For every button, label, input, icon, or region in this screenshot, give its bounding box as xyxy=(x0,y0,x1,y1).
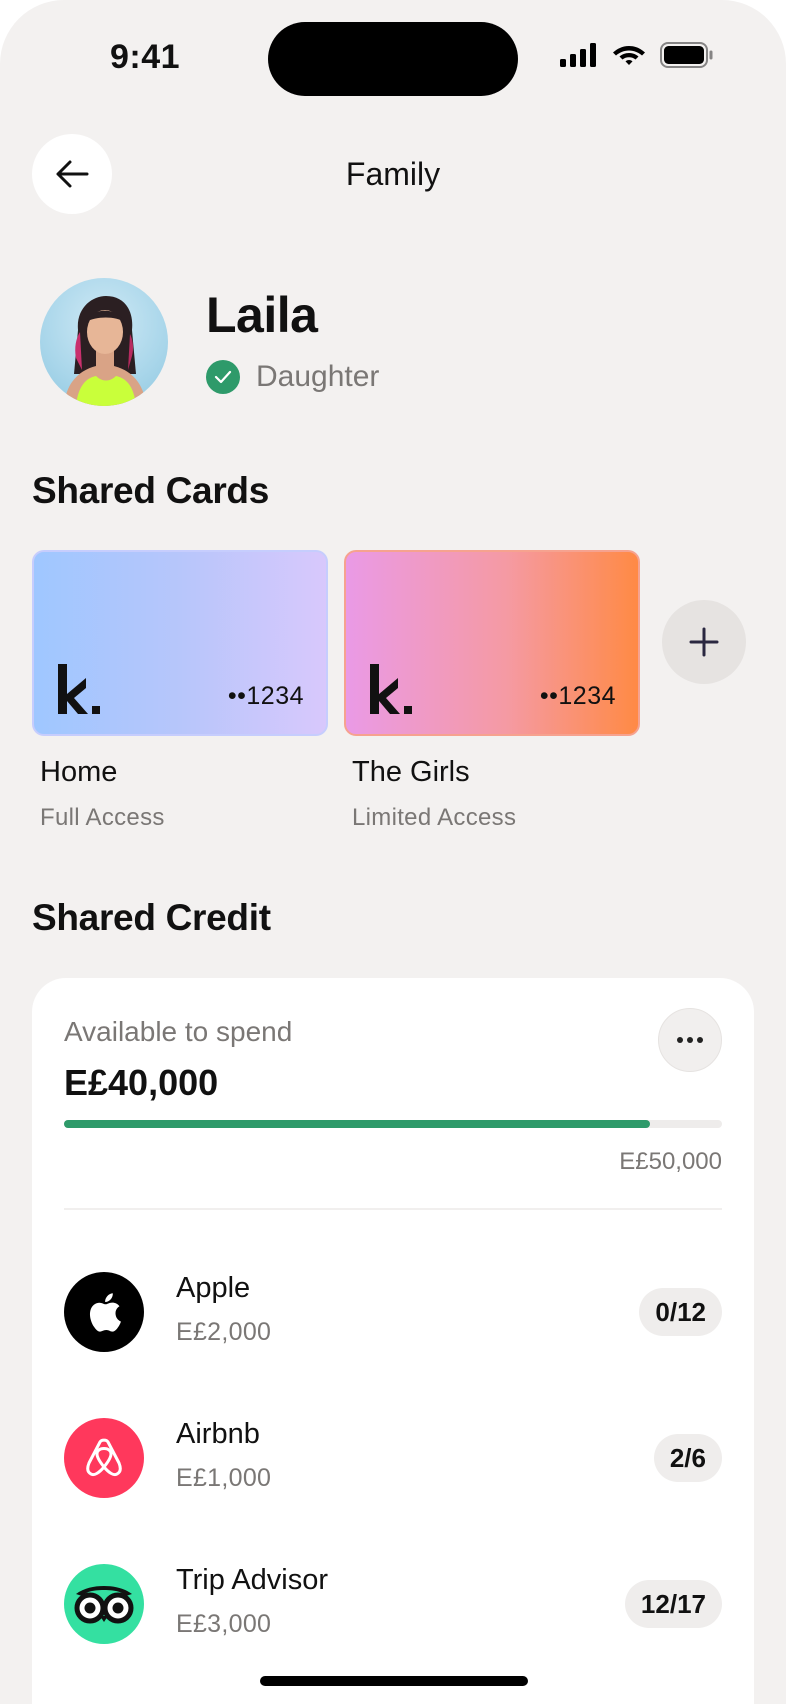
page-title: Family xyxy=(345,156,441,192)
plus-icon xyxy=(689,627,719,657)
avatar-photo xyxy=(64,296,146,406)
available-label: Available to spend xyxy=(64,1016,293,1047)
shared-credit-title: Shared Credit xyxy=(32,897,271,938)
signal-icon xyxy=(560,43,596,67)
card-the-girls[interactable]: ••1234 xyxy=(344,550,640,736)
card-number: ••1234 xyxy=(539,682,616,710)
card-home-access: Full Access xyxy=(40,804,165,831)
card-home[interactable]: ••1234 xyxy=(32,550,328,736)
merchant-amount: E£1,000 xyxy=(176,1464,272,1492)
installments-badge: 0/12 xyxy=(639,1288,722,1336)
home-indicator xyxy=(260,1676,528,1686)
tripadvisor-icon xyxy=(64,1564,144,1644)
status-time: 9:41 xyxy=(110,38,181,76)
merchant-name: Apple xyxy=(176,1272,251,1304)
installments-badge: 2/6 xyxy=(653,1434,722,1482)
k-logo-icon xyxy=(370,664,412,714)
shared-cards-title: Shared Cards xyxy=(32,470,269,511)
merchant-row-apple[interactable]: Apple E£2,000 0/12 xyxy=(64,1272,722,1352)
merchant-amount: E£2,000 xyxy=(176,1318,272,1346)
check-icon xyxy=(206,360,240,394)
merchant-amount: E£3,000 xyxy=(176,1610,272,1638)
profile-role: Daughter xyxy=(206,360,379,394)
airbnb-icon xyxy=(64,1418,144,1498)
battery-icon xyxy=(660,42,713,68)
available-amount: E£40,000 xyxy=(64,1062,219,1103)
credit-limit: E£50,000 xyxy=(619,1148,722,1175)
apple-icon xyxy=(64,1272,144,1352)
dynamic-island xyxy=(268,22,518,96)
card-the-girls-name: The Girls xyxy=(352,756,470,788)
card-the-girls-access: Limited Access xyxy=(352,804,517,831)
add-card-button[interactable] xyxy=(662,600,746,684)
avatar xyxy=(40,278,168,406)
merchant-row-airbnb[interactable]: Airbnb E£1,000 2/6 xyxy=(64,1418,722,1498)
merchant-name: Trip Advisor xyxy=(176,1564,329,1596)
wifi-icon xyxy=(613,46,645,65)
status-icons xyxy=(560,42,714,68)
role-label: Daughter xyxy=(256,360,380,393)
k-logo-icon xyxy=(58,664,100,714)
more-options-button[interactable] xyxy=(658,1008,722,1072)
phone-screen: 9:41 Family Laila Daughter Shared Cards … xyxy=(0,0,786,1704)
merchant-row-trip-advisor[interactable]: Trip Advisor E£3,000 12/17 xyxy=(64,1564,722,1644)
merchant-name: Airbnb xyxy=(176,1418,260,1450)
card-number: ••1234 xyxy=(227,682,304,710)
credit-panel: Available to spend E£40,000 E£50,000 App… xyxy=(32,978,754,1704)
more-dots-icon xyxy=(677,1037,683,1043)
installments-badge: 12/17 xyxy=(624,1580,722,1628)
credit-progress-bar xyxy=(64,1120,722,1128)
divider xyxy=(64,1208,722,1210)
profile-name: Laila xyxy=(206,287,318,343)
credit-progress-fill xyxy=(64,1120,650,1128)
card-home-name: Home xyxy=(40,756,118,788)
